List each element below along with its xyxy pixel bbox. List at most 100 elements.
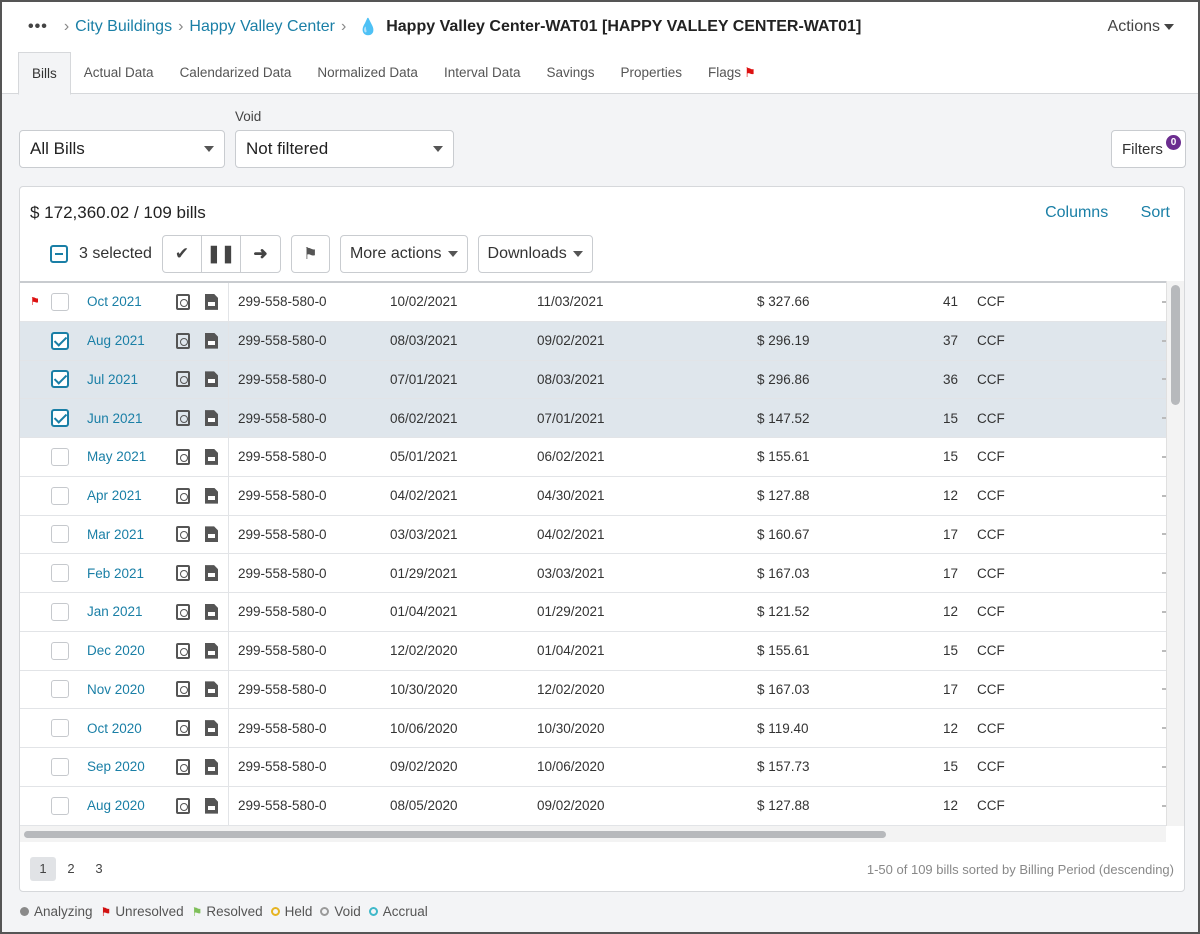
pdf-document-icon[interactable]	[205, 681, 218, 698]
row-checkbox[interactable]	[51, 486, 69, 505]
pdf-document-icon[interactable]	[205, 526, 218, 543]
row-checkbox[interactable]	[51, 447, 69, 466]
row-checkbox[interactable]	[51, 796, 69, 815]
table-row[interactable]: Feb 2021 299-558-580-0 01/29/2021 03/03/202…	[20, 554, 1166, 593]
billing-period-link[interactable]: Aug 2021	[87, 333, 145, 348]
billing-period-link[interactable]: Aug 2020	[87, 798, 145, 813]
page-1[interactable]: 1	[30, 857, 56, 881]
bill-image-icon[interactable]	[176, 293, 190, 310]
row-checkbox[interactable]	[51, 525, 69, 544]
tab-flags[interactable]: Flags ⚑	[695, 52, 769, 93]
bill-image-icon[interactable]	[176, 603, 190, 620]
row-checkbox[interactable]	[51, 719, 69, 738]
resolve-button[interactable]: ✔	[163, 236, 202, 272]
billing-period-link[interactable]: Oct 2021	[87, 294, 142, 309]
billing-period-link[interactable]: Apr 2021	[87, 488, 142, 503]
billing-period-link[interactable]: Jan 2021	[87, 604, 143, 619]
more-actions-dropdown[interactable]: More actions	[339, 235, 468, 273]
table-row[interactable]: Oct 2020 299-558-580-0 10/06/2020 10/30/202…	[20, 709, 1166, 748]
page-3[interactable]: 3	[86, 857, 112, 881]
bill-image-icon[interactable]	[176, 797, 190, 814]
bill-image-icon[interactable]	[176, 681, 190, 698]
pdf-document-icon[interactable]	[205, 642, 218, 659]
more-icon[interactable]: •••	[28, 18, 48, 36]
row-checkbox[interactable]	[51, 757, 69, 776]
tab-savings[interactable]: Savings	[533, 52, 607, 93]
bill-image-icon[interactable]	[176, 720, 190, 737]
billing-period-link[interactable]: Sep 2020	[87, 759, 145, 774]
tab-interval-data[interactable]: Interval Data	[431, 52, 534, 93]
actions-menu[interactable]: Actions	[1108, 18, 1174, 36]
filters-button[interactable]: Filters 0	[1111, 130, 1186, 168]
select-all-checkbox[interactable]	[50, 245, 68, 263]
columns-link[interactable]: Columns	[1045, 204, 1108, 221]
breadcrumb-happy-valley-center[interactable]: Happy Valley Center	[189, 18, 335, 36]
breadcrumb-city-buildings[interactable]: City Buildings	[75, 18, 172, 36]
pdf-document-icon[interactable]	[205, 797, 218, 814]
pdf-document-icon[interactable]	[205, 720, 218, 737]
billing-period-link[interactable]: Nov 2020	[87, 682, 145, 697]
void-filter-select[interactable]: Not filtered	[235, 130, 454, 168]
bill-image-icon[interactable]	[176, 758, 190, 775]
pdf-document-icon[interactable]	[205, 371, 218, 388]
table-row[interactable]: Mar 2021 299-558-580-0 03/03/2021 04/02/202…	[20, 515, 1166, 555]
billing-period-link[interactable]: Oct 2020	[87, 721, 142, 736]
row-checkbox[interactable]	[51, 602, 69, 621]
row-checkbox[interactable]	[51, 409, 69, 428]
row-checkbox[interactable]	[51, 564, 69, 583]
billing-period-link[interactable]: Jun 2021	[87, 411, 143, 426]
pdf-document-icon[interactable]	[205, 448, 218, 465]
pdf-document-icon[interactable]	[205, 293, 218, 310]
tab-bills[interactable]: Bills	[18, 52, 71, 95]
row-checkbox[interactable]	[51, 680, 69, 699]
row-checkbox[interactable]	[51, 292, 69, 311]
row-checkbox[interactable]	[51, 370, 69, 389]
bill-image-icon[interactable]	[176, 642, 190, 659]
horizontal-scroll-thumb[interactable]	[24, 831, 886, 838]
bill-image-icon[interactable]	[176, 565, 190, 582]
bill-image-icon[interactable]	[176, 526, 190, 543]
bill-image-icon[interactable]	[176, 371, 190, 388]
move-button[interactable]: ➜	[241, 236, 280, 272]
hold-button[interactable]: ❚❚	[202, 236, 241, 272]
bill-image-icon[interactable]	[176, 487, 190, 504]
table-row[interactable]: Jun 2021 299-558-580-0 06/02/2021 07/01/202…	[20, 399, 1166, 438]
billing-period-link[interactable]: Feb 2021	[87, 566, 144, 581]
bill-image-icon[interactable]	[176, 410, 190, 427]
table-row[interactable]: Dec 2020 299-558-580-0 12/02/2020 01/04/202…	[20, 631, 1166, 671]
vertical-scrollbar[interactable]	[1166, 281, 1184, 826]
page-2[interactable]: 2	[58, 857, 84, 881]
table-row[interactable]: May 2021 299-558-580-0 05/01/2021 06/02/202…	[20, 438, 1166, 477]
row-checkbox[interactable]	[51, 641, 69, 660]
bills-filter-select[interactable]: All Bills	[19, 130, 225, 168]
table-row[interactable]: Sep 2020 299-558-580-0 09/02/2020 10/06/202…	[20, 748, 1166, 787]
table-row[interactable]: Jul 2021 299-558-580-0 07/01/2021 08/03/202…	[20, 360, 1166, 400]
table-row[interactable]: ⚑ Oct 2021 299-558-580-0 10/02/2021 11/03/20…	[20, 283, 1166, 322]
bill-image-icon[interactable]	[176, 332, 190, 349]
vertical-scroll-thumb[interactable]	[1171, 285, 1180, 405]
tab-properties[interactable]: Properties	[608, 52, 696, 93]
horizontal-scrollbar[interactable]	[20, 826, 1166, 842]
tab-calendarized-data[interactable]: Calendarized Data	[167, 52, 305, 93]
billing-period-link[interactable]: May 2021	[87, 449, 146, 464]
table-row[interactable]: Aug 2021 299-558-580-0 08/03/2021 09/02/202…	[20, 321, 1166, 361]
tab-normalized-data[interactable]: Normalized Data	[304, 52, 431, 93]
billing-period-link[interactable]: Mar 2021	[87, 527, 144, 542]
table-row[interactable]: Aug 2020 299-558-580-0 08/05/2020 09/02/202…	[20, 786, 1166, 826]
table-row[interactable]: Nov 2020 299-558-580-0 10/30/2020 12/02/202…	[20, 670, 1166, 710]
sort-link[interactable]: Sort	[1141, 204, 1170, 221]
row-checkbox[interactable]	[51, 331, 69, 350]
pdf-document-icon[interactable]	[205, 410, 218, 427]
flag-button[interactable]: ⚑	[290, 235, 330, 273]
pdf-document-icon[interactable]	[205, 758, 218, 775]
billing-period-link[interactable]: Dec 2020	[87, 643, 145, 658]
pdf-document-icon[interactable]	[205, 487, 218, 504]
billing-period-link[interactable]: Jul 2021	[87, 372, 138, 387]
pdf-document-icon[interactable]	[205, 565, 218, 582]
table-row[interactable]: Apr 2021 299-558-580-0 04/02/2021 04/30/202…	[20, 476, 1166, 516]
bill-image-icon[interactable]	[176, 448, 190, 465]
table-row[interactable]: Jan 2021 299-558-580-0 01/04/2021 01/29/202…	[20, 593, 1166, 632]
pdf-document-icon[interactable]	[205, 603, 218, 620]
downloads-dropdown[interactable]: Downloads	[477, 235, 593, 273]
tab-actual-data[interactable]: Actual Data	[71, 52, 167, 93]
